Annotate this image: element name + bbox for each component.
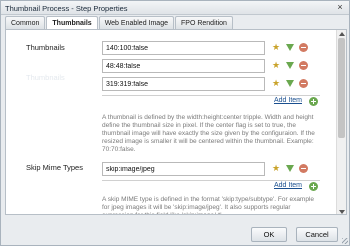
thumbnails-help-text: A thumbnail is defined by the width:heig…: [102, 114, 315, 153]
minus-icon[interactable]: [299, 43, 308, 52]
list-item: ★: [102, 59, 320, 75]
thumbnails-multifield: ★ ★ ★ Add Item: [102, 41, 320, 107]
add-thumbnail-link[interactable]: Add Item: [274, 97, 302, 104]
cancel-button[interactable]: Cancel: [296, 227, 338, 242]
star-icon[interactable]: ★: [272, 163, 282, 173]
star-icon[interactable]: ★: [272, 78, 282, 88]
ok-button[interactable]: OK: [251, 227, 287, 242]
scroll-down-arrow-icon[interactable]: [339, 210, 345, 214]
arrow-down-icon[interactable]: [286, 62, 294, 69]
list-item: ★: [102, 41, 320, 57]
add-item-row: Add Item: [102, 180, 320, 192]
tab-panel: Thumbnails Thumbnails ★ ★ ★: [5, 29, 347, 215]
close-icon[interactable]: ×: [335, 2, 345, 12]
resize-grip-icon[interactable]: [342, 238, 348, 244]
thumbnails-label: Thumbnails: [26, 43, 65, 52]
add-item-row: Add Item: [102, 95, 320, 107]
thumbnails-ghost-label: Thumbnails: [26, 73, 65, 82]
minus-icon[interactable]: [299, 164, 308, 173]
plus-icon[interactable]: [309, 182, 318, 191]
thumbnail-size-input[interactable]: [102, 59, 265, 73]
thumbnail-size-input[interactable]: [102, 41, 265, 55]
skip-mime-types-label: Skip Mime Types: [26, 163, 83, 172]
skip-mime-multifield: ★ Add Item: [102, 162, 320, 192]
star-icon[interactable]: ★: [272, 42, 282, 52]
list-item: ★: [102, 162, 320, 178]
thumbnail-size-input[interactable]: [102, 77, 265, 91]
star-icon[interactable]: ★: [272, 60, 282, 70]
arrow-down-icon[interactable]: [286, 165, 294, 172]
add-skip-mime-link[interactable]: Add Item: [274, 182, 302, 189]
minus-icon[interactable]: [299, 79, 308, 88]
arrow-down-icon[interactable]: [286, 44, 294, 51]
step-properties-dialog: Thumbnail Process - Step Properties × Co…: [0, 0, 350, 246]
tab-common[interactable]: Common: [5, 16, 46, 29]
vertical-scrollbar[interactable]: [336, 30, 346, 214]
title-bar[interactable]: Thumbnail Process - Step Properties ×: [1, 1, 349, 15]
plus-icon[interactable]: [309, 97, 318, 106]
arrow-down-icon[interactable]: [286, 80, 294, 87]
scrollbar-thumb[interactable]: [338, 38, 345, 138]
tab-strip: Common Thumbnails Web Enabled Image FPO …: [5, 16, 234, 30]
minus-icon[interactable]: [299, 61, 308, 70]
skip-mime-input[interactable]: [102, 162, 265, 176]
scroll-up-arrow-icon[interactable]: [339, 32, 345, 36]
tab-web-enabled-image[interactable]: Web Enabled Image: [98, 16, 174, 29]
tab-thumbnails[interactable]: Thumbnails: [46, 16, 98, 30]
tab-fpo-rendition[interactable]: FPO Rendition: [175, 16, 233, 29]
skip-mime-help-text: A skip MIME type is defined in the forma…: [102, 196, 315, 214]
list-item: ★: [102, 77, 320, 93]
window-title: Thumbnail Process - Step Properties: [5, 4, 128, 13]
